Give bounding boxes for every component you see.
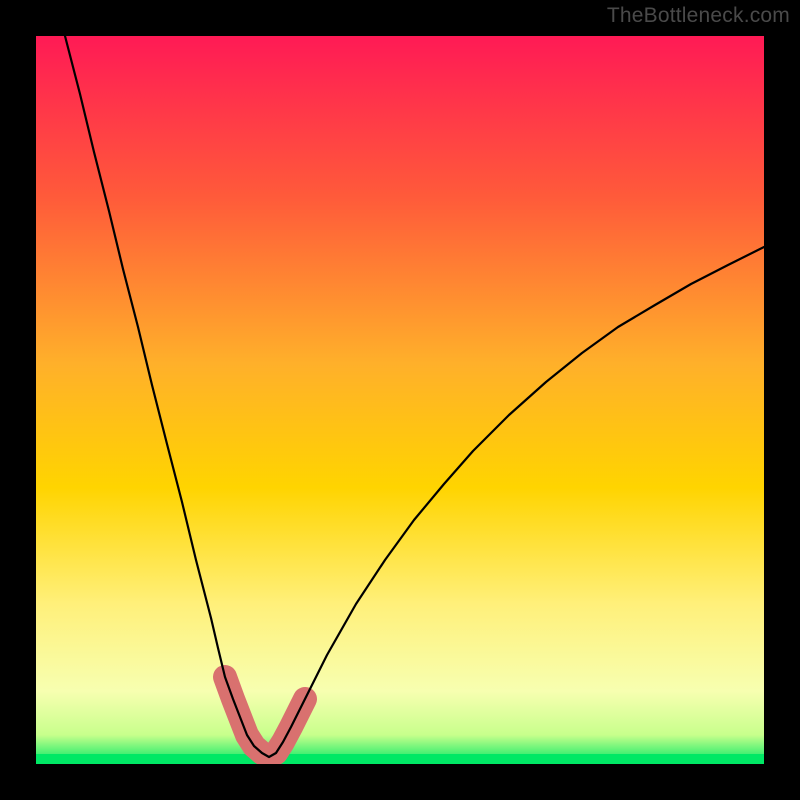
watermark-text: TheBottleneck.com — [607, 4, 790, 28]
bottleneck-chart — [36, 36, 764, 764]
gradient-background — [36, 36, 764, 764]
chart-frame: TheBottleneck.com — [0, 0, 800, 800]
green-baseline — [36, 754, 764, 764]
chart-svg — [36, 36, 764, 764]
